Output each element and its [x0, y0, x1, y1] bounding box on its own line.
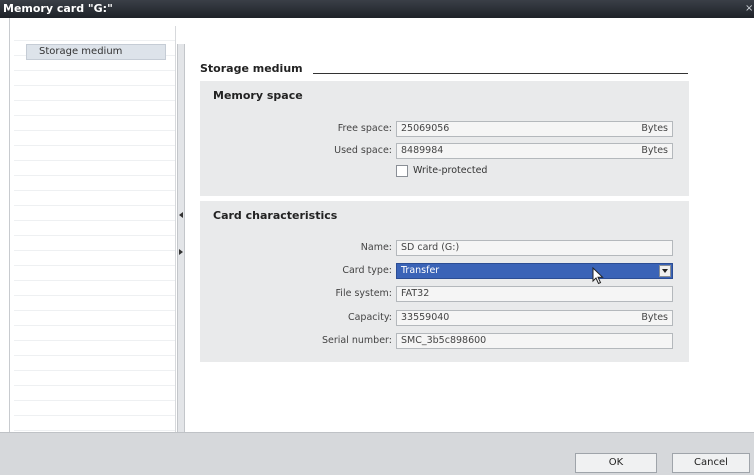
free-space-row: Free space: 25069056 Bytes [200, 121, 689, 137]
name-label: Name: [360, 242, 392, 253]
memory-space-group: Memory space [200, 81, 689, 196]
free-space-unit: Bytes [641, 123, 668, 134]
write-protected-label: Write-protected [413, 165, 488, 176]
used-space-field: 8489984 Bytes [396, 143, 673, 159]
write-protected-option[interactable]: Write-protected [396, 164, 596, 178]
capacity-unit: Bytes [641, 312, 668, 323]
serial-number-row: Serial number: SMC_3b5c898600 [200, 333, 689, 349]
dialog-footer: OK Cancel [0, 432, 754, 475]
file-system-field: FAT32 [396, 286, 673, 302]
free-space-value: 25069056 [401, 123, 450, 134]
capacity-field: 33559040 Bytes [396, 310, 673, 326]
section-divider [313, 73, 688, 74]
nav-item-storage-medium[interactable]: Storage medium [26, 44, 166, 60]
chevron-down-icon[interactable] [659, 265, 671, 277]
card-type-dropdown[interactable]: Transfer [396, 263, 673, 279]
capacity-value: 33559040 [401, 312, 450, 323]
used-space-value: 8489984 [401, 145, 444, 156]
used-space-unit: Bytes [641, 145, 668, 156]
serial-number-value: SMC_3b5c898600 [401, 335, 487, 346]
name-value: SD card (G:) [401, 242, 460, 253]
panel-splitter[interactable] [177, 44, 185, 432]
file-system-value: FAT32 [401, 288, 430, 299]
serial-number-field: SMC_3b5c898600 [396, 333, 673, 349]
expand-right-icon[interactable] [179, 249, 183, 255]
group-title: Card characteristics [213, 209, 338, 222]
collapse-left-icon[interactable] [179, 212, 183, 218]
card-type-row: Card type: Transfer [200, 263, 689, 279]
name-field: SD card (G:) [396, 240, 673, 256]
close-icon[interactable]: × [745, 0, 753, 18]
capacity-label: Capacity: [347, 312, 392, 323]
serial-number-label: Serial number: [321, 335, 392, 346]
card-type-value: Transfer [401, 265, 440, 276]
navigation-tree: Storage medium [14, 26, 176, 432]
section-title: Storage medium [200, 62, 303, 75]
card-type-label: Card type: [342, 265, 392, 276]
capacity-row: Capacity: 33559040 Bytes [200, 310, 689, 326]
used-space-row: Used space: 8489984 Bytes [200, 143, 689, 159]
cancel-button[interactable]: Cancel [672, 453, 750, 473]
nav-item-label: Storage medium [39, 46, 123, 57]
file-system-row: File system: FAT32 [200, 286, 689, 302]
window-titlebar: Memory card "G:" × [0, 0, 754, 18]
file-system-label: File system: [335, 288, 392, 299]
window-title: Memory card "G:" [3, 2, 113, 15]
ok-button[interactable]: OK [575, 453, 657, 473]
used-space-label: Used space: [334, 145, 392, 156]
group-title: Memory space [213, 89, 303, 102]
content-area: Storage medium Memory space Card charact… [190, 44, 750, 432]
mouse-cursor-icon [592, 267, 604, 285]
free-space-field: 25069056 Bytes [396, 121, 673, 137]
write-protected-checkbox[interactable] [396, 165, 408, 177]
name-row: Name: SD card (G:) [200, 240, 689, 256]
free-space-label: Free space: [337, 123, 392, 134]
